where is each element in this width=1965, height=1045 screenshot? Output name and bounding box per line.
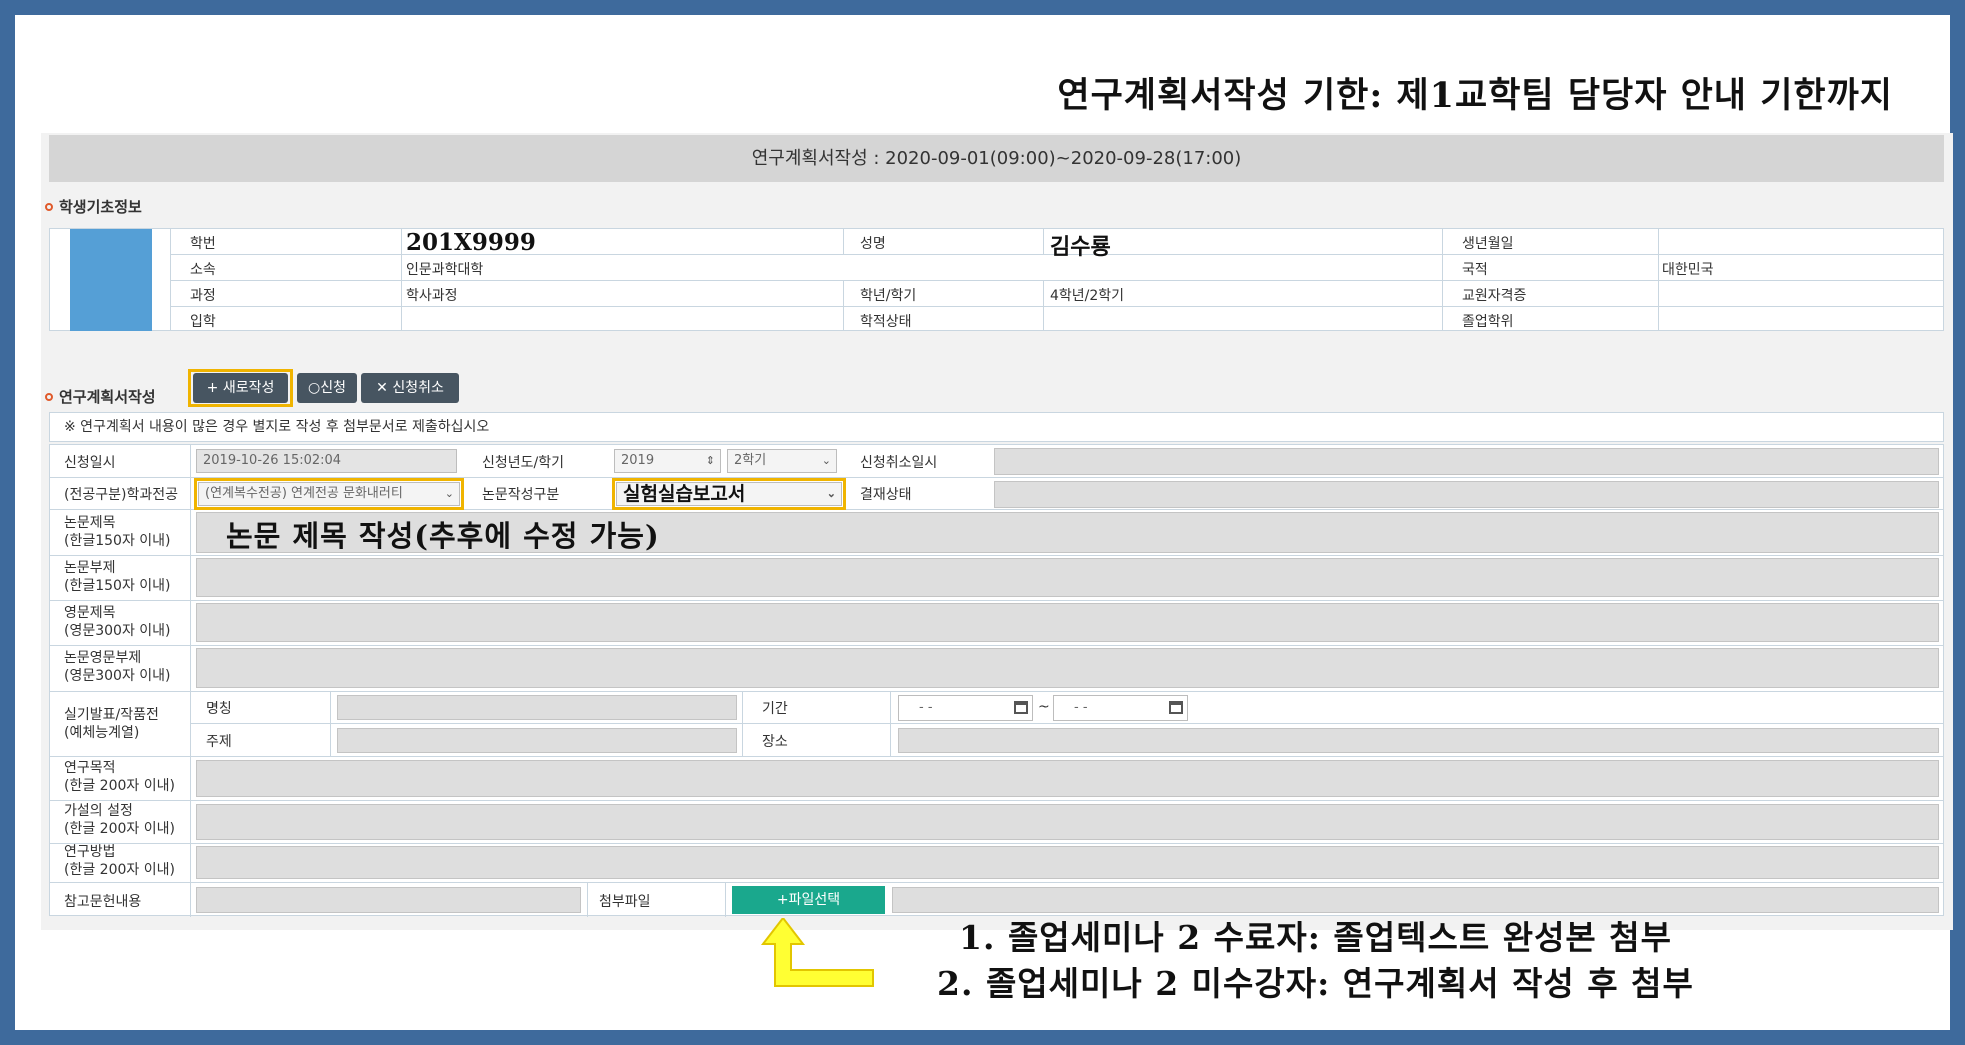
label-cancel-date: 신청취소일시 <box>860 455 938 471</box>
label-references: 참고문헌내용 <box>64 894 142 910</box>
plan-section-title: 연구계획서작성 <box>45 386 156 407</box>
plan-form-table: 신청일시 2019-10-26 15:02:04 신청년도/학기 2019 ⇕ 2… <box>49 444 1944 917</box>
label-eng-subtitle: 논문영문부제 (영문300자 이내) <box>64 650 171 684</box>
perf-place-input[interactable] <box>898 728 1939 753</box>
label-apply-date: 신청일시 <box>64 455 116 471</box>
label-affiliation: 소속 <box>190 262 216 278</box>
label-performance: 실기발표/작품전 (예체능계열) <box>64 707 159 741</box>
new-button[interactable]: + 새로작성 <box>193 373 288 403</box>
document-canvas: 연구계획서작성 기한: 제1교학팀 담당자 안내 기한까지 연구계획서작성 : … <box>15 15 1953 1030</box>
label-purpose: 연구목적 (한글 200자 이내) <box>64 760 175 794</box>
value-affiliation: 인문과학대학 <box>406 262 484 278</box>
cancel-date-field <box>994 448 1939 475</box>
thesis-type-select[interactable]: 실험실습보고서 ⌄ <box>616 482 842 506</box>
label-major: (전공구분)학과전공 <box>64 487 178 503</box>
label-name: 성명 <box>860 236 886 252</box>
label-student-id: 학번 <box>190 236 216 252</box>
value-student-id: 201X9999 <box>406 229 536 256</box>
value-name: 김수룡 <box>1050 234 1111 260</box>
label-perf-place: 장소 <box>762 734 788 750</box>
cancel-button[interactable]: ✕ 신청취소 <box>361 373 459 403</box>
label-year-term: 학년/학기 <box>860 288 917 304</box>
hypothesis-input[interactable] <box>196 804 1939 840</box>
value-year-term: 4학년/2학기 <box>1050 288 1125 304</box>
label-perf-name: 명칭 <box>206 701 232 717</box>
label-nationality: 국적 <box>1462 262 1488 278</box>
label-teacher-cert: 교원자격증 <box>1462 288 1527 304</box>
label-admission: 입학 <box>190 314 216 330</box>
student-info-table: 학번 201X9999 성명 김수룡 생년월일 소속 인문과학대학 국적 대한민… <box>49 228 1944 331</box>
deadline-heading: 연구계획서작성 기한: 제1교학팀 담당자 안내 기한까지 <box>1057 75 1893 116</box>
date-to-input[interactable]: - - <box>1053 695 1188 721</box>
label-degree: 졸업학위 <box>1462 314 1514 330</box>
value-course: 학사과정 <box>406 288 458 304</box>
bullet-icon <box>45 202 53 211</box>
calendar-icon[interactable] <box>1169 701 1183 714</box>
eng-title-input[interactable] <box>196 603 1939 642</box>
perf-topic-input[interactable] <box>337 728 737 753</box>
method-input[interactable] <box>196 846 1939 879</box>
apply-date-field: 2019-10-26 15:02:04 <box>196 449 457 473</box>
close-icon: ✕ <box>376 380 388 396</box>
footnote-2: 2. 졸업세미나 2 미수강자: 연구계획서 작성 후 첨부 <box>937 964 1694 1003</box>
major-select[interactable]: (연계복수전공) 연계전공 문화내러티 ⌄ <box>198 482 460 506</box>
date-from-input[interactable]: - - <box>898 695 1033 721</box>
thesis-subtitle-input[interactable] <box>196 558 1939 597</box>
label-approval: 결재상태 <box>860 487 912 503</box>
chevron-down-icon: ⌄ <box>826 487 836 500</box>
research-plan-panel: 연구계획서작성 : 2020-09-01(09:00)~2020-09-28(1… <box>41 133 1953 930</box>
term-select[interactable]: 2학기 ⌄ <box>727 449 837 473</box>
year-select[interactable]: 2019 ⇕ <box>614 449 721 473</box>
label-status: 학적상태 <box>860 314 912 330</box>
label-method: 연구방법 (한글 200자 이내) <box>64 844 175 878</box>
file-select-button[interactable]: +파일선택 <box>732 886 885 914</box>
label-birth: 생년월일 <box>1462 236 1514 252</box>
approval-field <box>994 481 1939 508</box>
label-apply-year-term: 신청년도/학기 <box>482 455 564 471</box>
attachment-name-field <box>892 887 1939 913</box>
chevron-down-icon: ⌄ <box>821 454 831 467</box>
label-thesis-subtitle: 논문부제 (한글150자 이내) <box>64 560 171 594</box>
label-attachment: 첨부파일 <box>599 894 651 910</box>
chevron-down-icon: ⌄ <box>444 487 454 500</box>
notice-row: ※ 연구계획서 내용이 많은 경우 별지로 작성 후 첨부문서로 제출하십시오 <box>49 412 1944 442</box>
period-bar: 연구계획서작성 : 2020-09-01(09:00)~2020-09-28(1… <box>49 135 1944 182</box>
thesis-title-note: 논문 제목 작성(추후에 수정 가능) <box>226 519 660 553</box>
plus-icon: + <box>776 892 789 908</box>
circle-icon: ○ <box>308 380 321 396</box>
bullet-icon <box>45 392 53 401</box>
student-photo <box>70 229 152 331</box>
label-thesis-type: 논문작성구분 <box>482 487 560 503</box>
spinner-icon: ⇕ <box>705 454 715 467</box>
label-perf-period: 기간 <box>762 701 788 717</box>
label-course: 과정 <box>190 288 216 304</box>
up-arrow-icon <box>760 918 874 987</box>
purpose-input[interactable] <box>196 760 1939 797</box>
student-section-title: 학생기초정보 <box>45 196 142 217</box>
footnote-1: 1. 졸업세미나 2 수료자: 졸업텍스트 완성본 첨부 <box>959 918 1673 957</box>
date-separator: ~ <box>1038 699 1050 715</box>
perf-name-input[interactable] <box>337 695 737 720</box>
label-hypothesis: 가설의 설정 (한글 200자 이내) <box>64 803 175 837</box>
references-input[interactable] <box>196 887 581 913</box>
label-thesis-title: 논문제목 (한글150자 이내) <box>64 515 171 549</box>
calendar-icon[interactable] <box>1014 701 1028 714</box>
plus-icon: + <box>206 380 219 396</box>
eng-subtitle-input[interactable] <box>196 648 1939 688</box>
apply-button[interactable]: ○신청 <box>297 373 357 403</box>
label-perf-topic: 주제 <box>206 734 232 750</box>
value-nationality: 대한민국 <box>1662 262 1714 278</box>
label-eng-title: 영문제목 (영문300자 이내) <box>64 605 171 639</box>
